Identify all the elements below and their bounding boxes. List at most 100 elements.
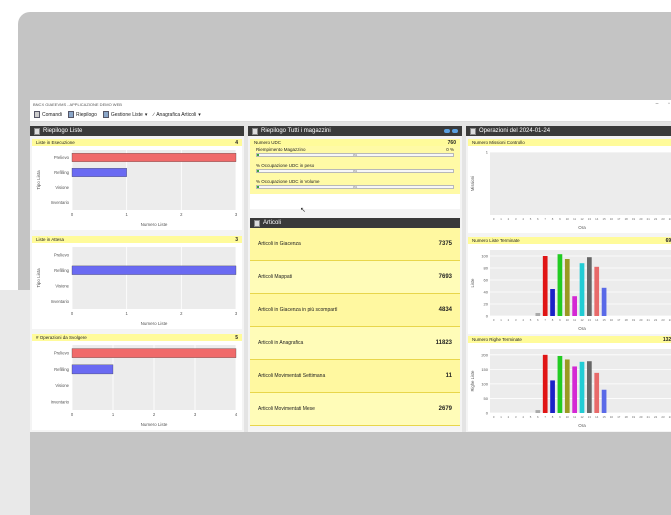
- x-tick-label: 16: [610, 415, 614, 419]
- card-header: Numero Righe Terminate 1324: [468, 336, 671, 343]
- x-tick-label: 13: [588, 415, 592, 419]
- y-tick-label: Prelievo: [54, 351, 70, 356]
- x-tick-label: 21: [647, 318, 651, 322]
- x-tick-label: 1: [500, 318, 502, 322]
- y-tick-label: 100: [481, 254, 488, 259]
- x-tick-label: 3: [235, 311, 238, 316]
- card-title: Numero Missioni Controllo: [472, 140, 525, 145]
- x-tick-label: 9: [559, 217, 561, 221]
- liste-attesa-chart: 0 1 2 3 Prelievo Refilling Visione Inventario Nu…: [36, 247, 238, 326]
- bar: [71, 168, 127, 177]
- chevron-down-icon: ▾: [144, 111, 148, 118]
- kpi-rows: Riempimento Magazzino 0 % 0% % Occupazion…: [250, 146, 460, 194]
- y-tick-label: 200: [481, 352, 488, 357]
- operazioni-panel: Operazioni del 2024-01-24 Numero Mission…: [466, 126, 671, 432]
- x-tick-label: 8: [552, 217, 554, 221]
- toolbar-comandi[interactable]: Comandi: [34, 111, 62, 118]
- x-tick-label: 8: [552, 415, 554, 419]
- card-title: # Operazioni da Svolgere: [36, 335, 87, 340]
- panel-title: Riepilogo Tutti i magazzini: [261, 128, 331, 134]
- x-tick-label: 12: [580, 415, 584, 419]
- prev-arrow-icon[interactable]: [444, 129, 450, 133]
- card-value: 690: [665, 237, 671, 244]
- x-axis-label: Ora: [578, 326, 586, 331]
- bar: [542, 256, 548, 316]
- articolo-label: Articoli Movimentati Mese: [258, 406, 315, 412]
- x-tick-label: 11: [573, 318, 576, 322]
- card-header: # Operazioni da Svolgere 5: [32, 334, 242, 341]
- bar: [71, 348, 237, 358]
- articolo-label: Articoli in Anagrafica: [258, 340, 304, 346]
- x-tick-label: 5: [530, 415, 532, 419]
- bar: [550, 289, 555, 316]
- y-axis-label: Tipo Lista: [36, 170, 41, 190]
- x-tick-label: 17: [617, 318, 621, 322]
- bar: [601, 287, 607, 316]
- toolbar-anagrafica-articoli[interactable]: ∕ Anagrafica Articoli ▾: [153, 112, 200, 118]
- y-axis-label: Liste: [470, 278, 475, 288]
- x-tick-label: 19: [632, 318, 636, 322]
- kpi-label: % Occupazione UDC in Volume: [256, 179, 320, 184]
- minimize-button[interactable]: –: [651, 101, 663, 107]
- x-tick-label: 15: [603, 415, 607, 419]
- card-value: 5: [235, 334, 238, 341]
- panel-nav[interactable]: [444, 129, 458, 133]
- card-title: Numero Liste Terminate: [472, 238, 520, 243]
- bar: [564, 359, 570, 413]
- x-tick-label: 22: [654, 415, 658, 419]
- bar: [71, 153, 237, 162]
- panel-header: Riepilogo Tutti i magazzini: [248, 126, 462, 136]
- x-tick-label: 11: [573, 217, 576, 221]
- x-tick-label: 1: [125, 212, 128, 217]
- x-tick-label: 19: [632, 217, 636, 221]
- x-tick-label: 14: [595, 415, 599, 419]
- document-icon: [470, 127, 476, 135]
- card-value: 3: [235, 236, 238, 243]
- bar: [579, 361, 585, 413]
- x-tick-label: 14: [595, 217, 599, 221]
- maximize-button[interactable]: ▫: [663, 101, 671, 107]
- x-tick-label: 7: [544, 318, 546, 322]
- y-tick-label: 100: [481, 381, 488, 386]
- pencil-icon: ∕: [153, 111, 155, 118]
- y-tick-label: 50: [484, 396, 489, 401]
- missioni-controllo-chart: 10 1 2 3 4 5 6 7 8 9 10 11 12 13 14 15 16 17 18 19 20 21 22 23 2…: [470, 150, 671, 230]
- x-tick-label: 3: [194, 412, 197, 417]
- toolbar-riepilogo[interactable]: Riepilogo: [68, 111, 97, 118]
- bar: [594, 266, 600, 316]
- x-tick-label: 4: [522, 415, 524, 419]
- card-title: Numero UDC: [254, 140, 282, 145]
- kpi-label: % Occupazione UDC in peso: [256, 163, 315, 168]
- operazioni-svolgere-card: # Operazioni da Svolgere 5 0 1 2 3 4 Prelievo R…: [32, 334, 242, 430]
- progress-bar: 0%: [256, 185, 454, 189]
- bar: [564, 259, 570, 316]
- x-tick-label: 18: [625, 217, 629, 221]
- bar: [550, 380, 555, 413]
- x-tick-label: 21: [647, 217, 651, 221]
- x-tick-label: 23: [661, 415, 665, 419]
- x-tick-label: 9: [559, 415, 561, 419]
- x-tick-label: 10: [566, 217, 570, 221]
- progress-bar: 0%: [256, 169, 454, 173]
- kpi-label: Riempimento Magazzino: [256, 147, 306, 152]
- toolbar-label: Comandi: [42, 111, 63, 118]
- card-value: 1324: [662, 336, 671, 343]
- bar: [535, 410, 541, 413]
- app-window: BNCX GIAEEVMS - APPLICAZIONE DEMO WEB – …: [30, 100, 671, 432]
- x-tick-label: 3: [515, 217, 517, 221]
- x-axis-label: Numero Liste: [141, 422, 168, 427]
- y-tick-label: Refilling: [54, 367, 70, 372]
- x-tick-label: 2: [153, 412, 156, 417]
- document-icon: [254, 219, 260, 227]
- toolbar-label: Gestione Liste: [110, 111, 143, 118]
- gear-icon: [34, 111, 40, 118]
- articoli-section: Articoli Articoli in Giacenza 7375 Articol…: [250, 218, 460, 426]
- toolbar-gestione-liste[interactable]: Gestione Liste ▾: [102, 111, 148, 118]
- articolo-row: Articoli in Giacenza 7375: [250, 228, 460, 261]
- x-tick-label: 0: [71, 311, 74, 316]
- x-tick-label: 2: [508, 318, 510, 322]
- x-axis-label: Numero Liste: [141, 321, 168, 326]
- next-arrow-icon[interactable]: [452, 129, 458, 133]
- x-tick-label: 4: [522, 217, 524, 221]
- mouse-cursor-icon: ↖: [300, 207, 306, 214]
